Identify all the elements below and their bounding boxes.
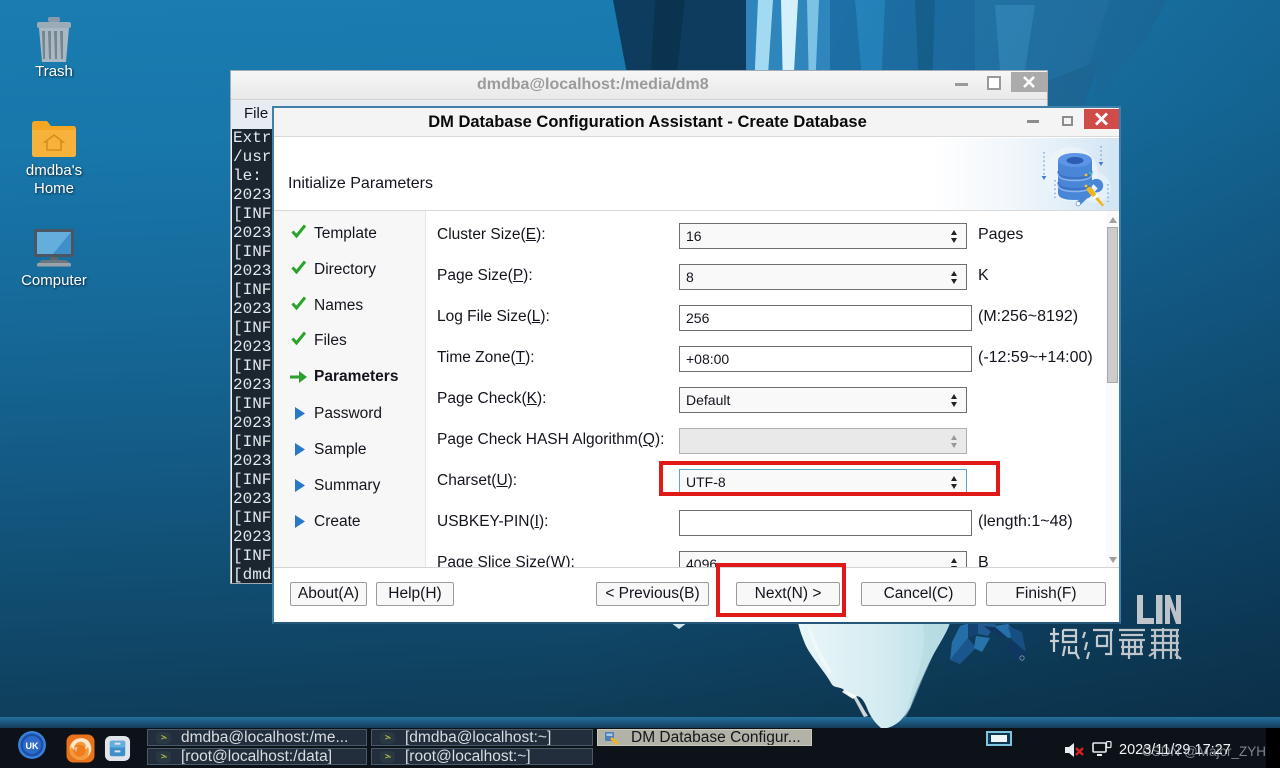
svg-text:UK: UK	[26, 741, 39, 751]
